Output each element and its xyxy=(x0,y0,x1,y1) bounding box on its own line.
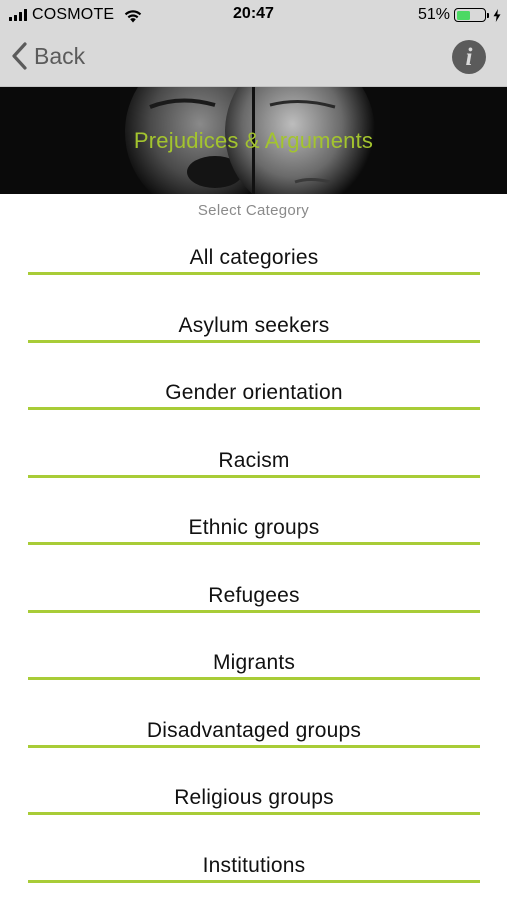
charging-bolt-icon xyxy=(493,9,501,22)
category-item[interactable]: Institutions xyxy=(28,840,480,907)
battery-fill xyxy=(457,11,470,20)
category-item[interactable]: Religious groups xyxy=(28,772,480,840)
category-label: Institutions xyxy=(28,854,480,878)
status-bar: COSMOTE 20:47 51% xyxy=(0,0,507,30)
battery-percentage: 51% xyxy=(418,6,450,24)
category-item[interactable]: Racism xyxy=(28,435,480,503)
info-button[interactable]: i xyxy=(452,40,486,74)
battery-icon xyxy=(454,8,486,22)
category-label: Refugees xyxy=(28,584,480,608)
category-label: Asylum seekers xyxy=(28,314,480,338)
category-item[interactable]: Ethnic groups xyxy=(28,502,480,570)
category-item[interactable]: Gender orientation xyxy=(28,367,480,435)
category-label: Gender orientation xyxy=(28,381,480,405)
category-underline xyxy=(28,340,480,343)
category-item[interactable]: All categories xyxy=(28,232,480,300)
banner-title: Prejudices & Arguments xyxy=(0,128,507,154)
back-button[interactable]: Back xyxy=(10,41,85,71)
category-label: Religious groups xyxy=(28,786,480,810)
category-label: Migrants xyxy=(28,651,480,675)
category-underline xyxy=(28,475,480,478)
category-label: All categories xyxy=(28,246,480,270)
category-underline xyxy=(28,880,480,883)
category-underline xyxy=(28,542,480,545)
category-underline xyxy=(28,677,480,680)
info-icon: i xyxy=(466,45,473,70)
navigation-bar: Back i xyxy=(0,30,507,87)
category-item[interactable]: Asylum seekers xyxy=(28,300,480,368)
category-item[interactable]: Disadvantaged groups xyxy=(28,705,480,773)
back-label: Back xyxy=(34,43,85,70)
chevron-left-icon xyxy=(10,41,28,71)
header-banner: Prejudices & Arguments xyxy=(0,87,507,194)
select-category-header: Select Category xyxy=(0,202,507,219)
category-list: All categories Asylum seekers Gender orien… xyxy=(28,232,480,907)
category-item[interactable]: Refugees xyxy=(28,570,480,638)
category-label: Disadvantaged groups xyxy=(28,719,480,743)
status-right: 51% xyxy=(418,6,501,24)
category-item[interactable]: Migrants xyxy=(28,637,480,705)
category-underline xyxy=(28,812,480,815)
category-label: Ethnic groups xyxy=(28,516,480,540)
category-underline xyxy=(28,407,480,410)
category-label: Racism xyxy=(28,449,480,473)
battery-cap xyxy=(487,13,489,18)
category-underline xyxy=(28,272,480,275)
category-underline xyxy=(28,745,480,748)
category-underline xyxy=(28,610,480,613)
